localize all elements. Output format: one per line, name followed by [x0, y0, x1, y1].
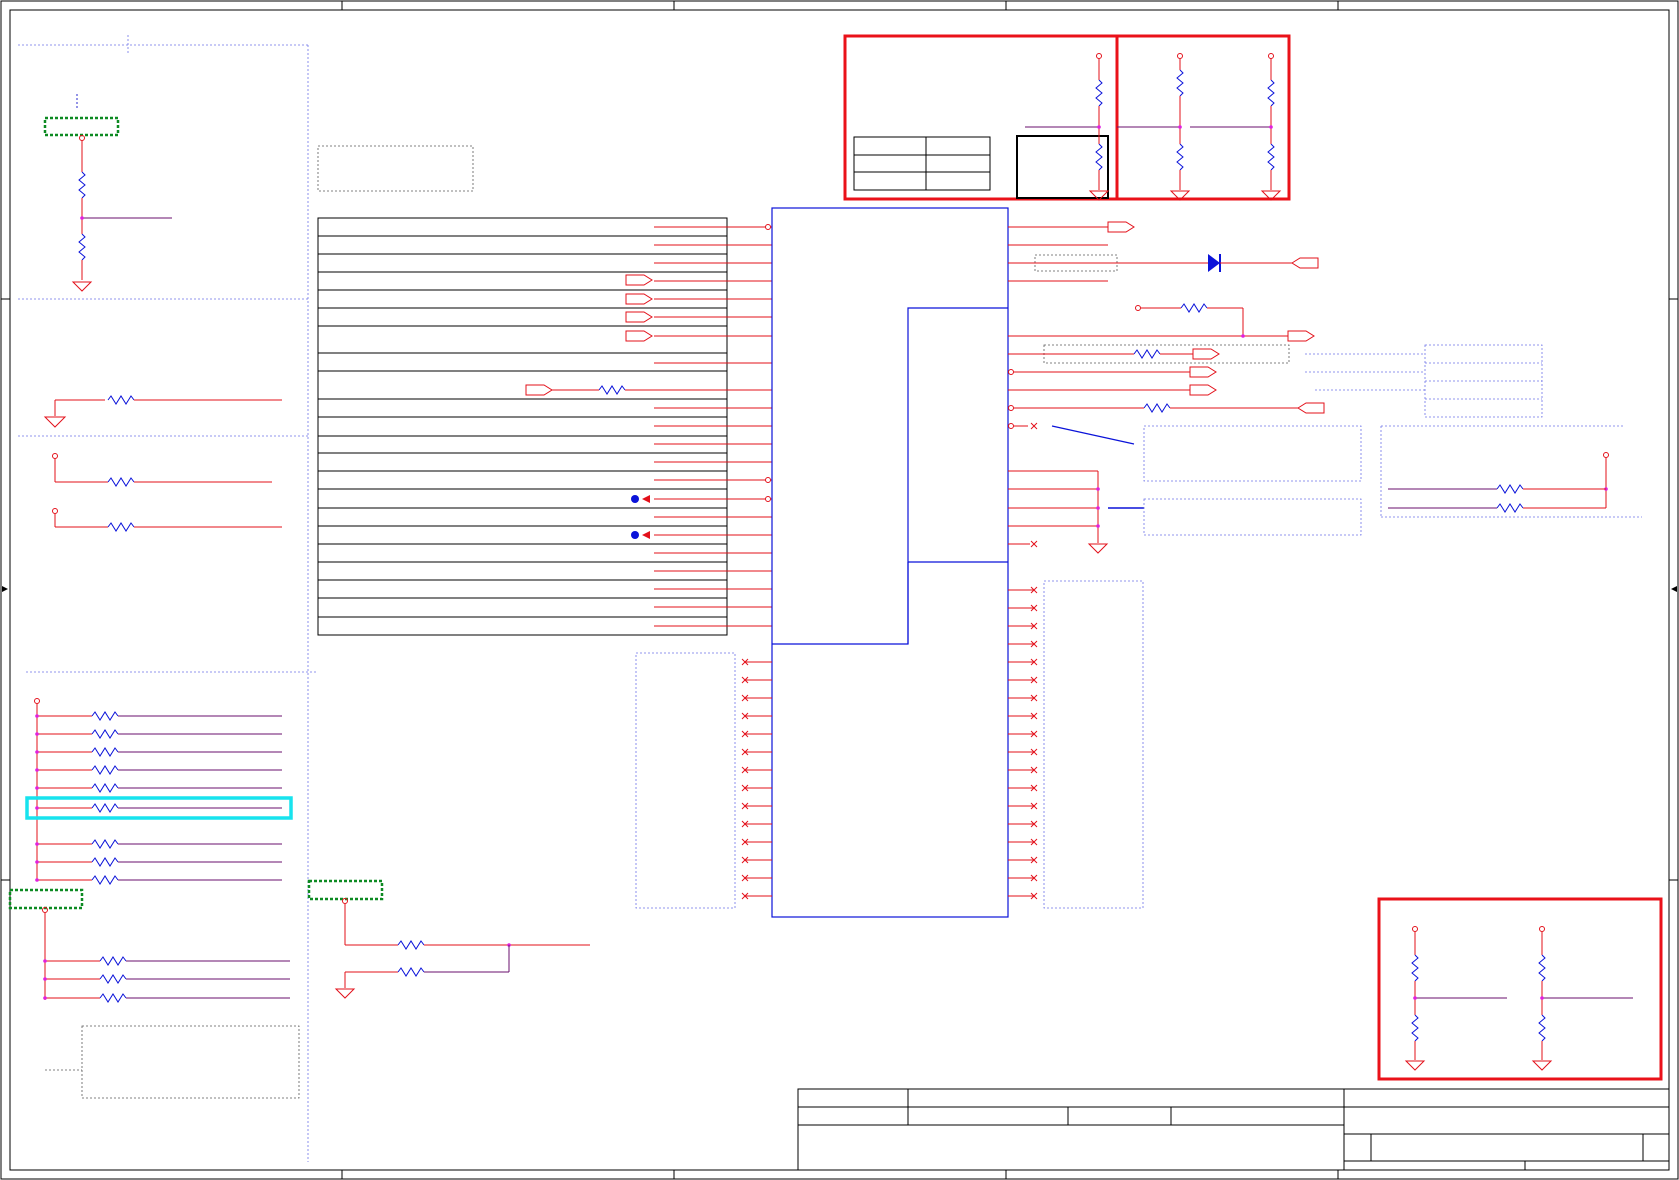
junction-dot	[35, 768, 39, 772]
junction-dot	[43, 959, 47, 963]
resistor-icon	[107, 522, 135, 532]
resistor-icon	[91, 875, 119, 885]
ground-icon	[334, 988, 356, 999]
sheet-frame	[0, 0, 1679, 1180]
arrow-icon	[642, 495, 650, 503]
resistor-icon	[91, 765, 119, 775]
junction-dot	[35, 878, 39, 882]
ground-icon	[43, 416, 67, 428]
arrow-icon	[642, 531, 650, 539]
resistor-icon	[1496, 484, 1524, 494]
off-page-connector-icon	[1291, 257, 1319, 269]
resistor-icon	[91, 783, 119, 793]
top-left-divider	[43, 94, 172, 292]
resistor-icon	[1133, 349, 1161, 359]
resistor-icon	[1176, 143, 1184, 171]
resistor-icon	[107, 395, 135, 405]
pin-terminal	[765, 496, 771, 502]
off-page-connector-icon	[1192, 348, 1220, 360]
junction-dot	[35, 750, 39, 754]
right-dashed-table	[1305, 344, 1543, 418]
resistor-icon	[1143, 403, 1171, 413]
resistor-icon	[91, 857, 119, 867]
ground-icon	[1531, 1060, 1553, 1071]
off-page-connector-icon	[1189, 384, 1217, 396]
off-page-connector-icon	[1107, 221, 1135, 233]
resistor-icon	[397, 967, 425, 977]
resistor-icon	[1095, 79, 1103, 107]
resistor-icon	[1267, 79, 1275, 107]
resistor-icon	[1176, 69, 1184, 97]
junction-dot	[35, 860, 39, 864]
bottom-left-resistors	[43, 956, 290, 1003]
off-page-connector-icon	[1189, 366, 1217, 378]
signal-table	[317, 217, 772, 636]
nc-pins-box-right	[1043, 580, 1144, 909]
resistor-icon	[99, 956, 127, 966]
nc-pins-box-left	[635, 652, 736, 909]
pin-terminal	[765, 224, 771, 230]
title-block	[797, 1088, 1670, 1171]
off-page-connector-icon	[625, 274, 653, 286]
test-point-icon	[631, 531, 639, 539]
resistor-icon	[397, 940, 425, 950]
junction-dot	[35, 842, 39, 846]
resistor-icon	[99, 993, 127, 1003]
junction-dot	[35, 786, 39, 790]
resistor-icon	[1411, 954, 1419, 982]
resistor-icon	[99, 974, 127, 984]
off-page-connector-icon	[625, 311, 653, 323]
schematic-sheet	[0, 0, 1679, 1180]
resistor-icon	[1538, 954, 1546, 982]
resistor-icon	[107, 477, 135, 487]
pin-terminal	[765, 477, 771, 483]
resistor-icon	[91, 803, 119, 813]
resistor-icon	[1267, 143, 1275, 171]
test-point-icon	[631, 495, 639, 503]
left-section-partitions	[18, 35, 318, 1162]
off-page-connector-icon	[1297, 402, 1325, 414]
resistor-icon	[78, 171, 86, 199]
junction-dot	[43, 996, 47, 1000]
resistor-icon	[1180, 303, 1208, 313]
off-page-connector-icon	[625, 330, 653, 342]
off-page-connector-icon	[525, 384, 553, 396]
resistor-icon	[1496, 503, 1524, 513]
resistor-icon	[91, 839, 119, 849]
bottom-left-bank	[8, 879, 590, 1099]
main-ic	[741, 207, 1038, 918]
note-box	[317, 145, 474, 192]
green-highlight-net-label	[43, 116, 120, 137]
resistor-icon	[78, 233, 86, 261]
resistor-icon	[91, 747, 119, 757]
off-page-connector-icon	[1287, 330, 1315, 342]
resistor-icon	[1095, 143, 1103, 171]
resistor-icon	[91, 711, 119, 721]
diode-icon	[1208, 254, 1220, 272]
junction-dot	[35, 806, 39, 810]
ground-icon	[1404, 1060, 1426, 1071]
green-highlight-net-label	[8, 888, 84, 910]
ic-right-pins	[1008, 221, 1362, 554]
top-strap-options	[843, 34, 1291, 201]
ground-icon	[1087, 543, 1109, 554]
junction-dot	[43, 977, 47, 981]
resistor-icon	[598, 385, 626, 395]
ground-icon	[71, 281, 93, 292]
junction-dot	[35, 714, 39, 718]
schematic-drawing	[0, 0, 1679, 1180]
left-section-2	[43, 395, 282, 428]
pullup-resistor-bank	[25, 698, 293, 885]
resistor-icon	[1411, 1014, 1419, 1042]
resistor-icon	[91, 729, 119, 739]
junction-dot	[35, 732, 39, 736]
bottom-right-strap-options	[1377, 897, 1663, 1081]
green-highlight-net-label	[307, 879, 384, 901]
left-section-3	[52, 453, 282, 532]
resistor-icon	[1538, 1014, 1546, 1042]
right-pullup-group	[1380, 425, 1642, 518]
off-page-connector-icon	[625, 293, 653, 305]
